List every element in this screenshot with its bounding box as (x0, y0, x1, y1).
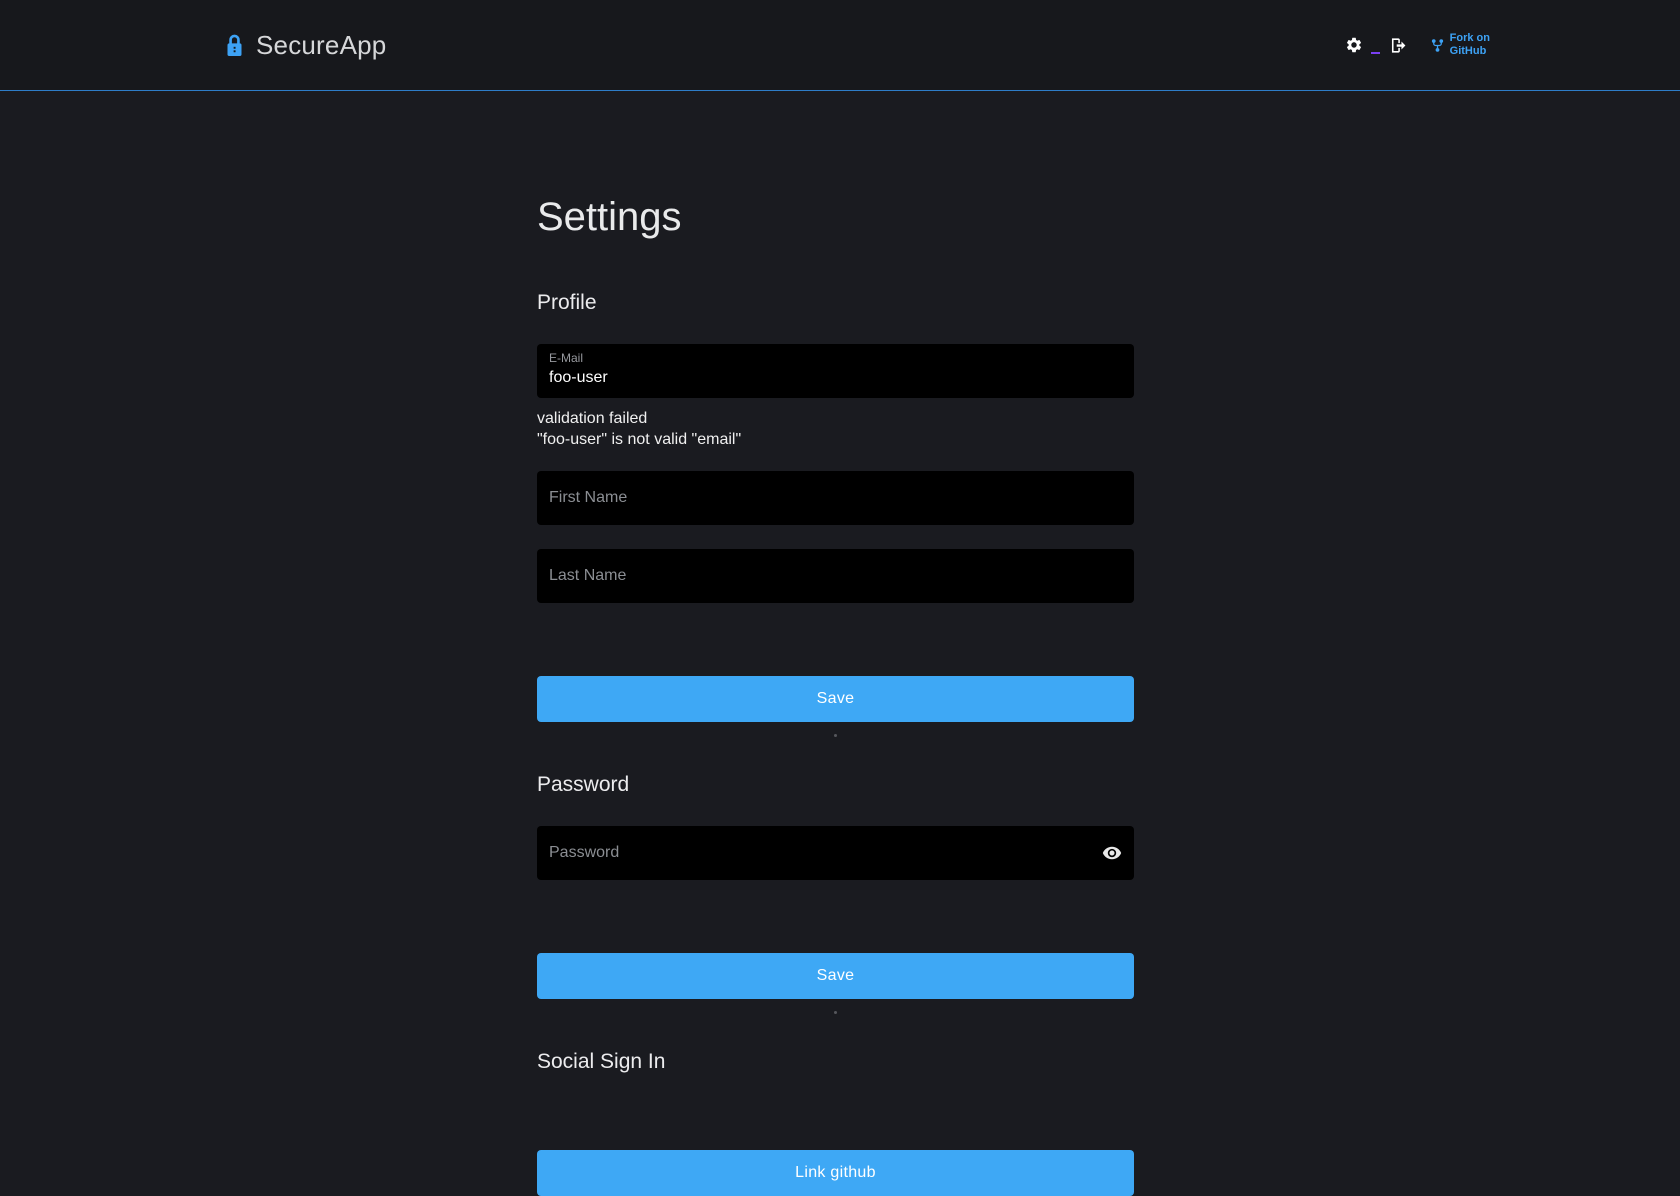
link-github-button[interactable]: Link github (537, 1150, 1134, 1196)
profile-save-button[interactable]: Save (537, 676, 1134, 722)
email-field-label: E-Mail (549, 351, 1122, 365)
password-field (537, 826, 1134, 880)
profile-heading: Profile (537, 290, 1134, 315)
logout-button[interactable] (1386, 34, 1409, 57)
visibility-eye-icon (1102, 843, 1122, 863)
page-title: Settings (537, 194, 1134, 240)
error-line-2: "foo-user" is not valid "email" (537, 429, 1134, 450)
last-name-input[interactable] (549, 567, 1122, 585)
password-save-button[interactable]: Save (537, 953, 1134, 999)
caret-artifact (1371, 52, 1380, 54)
first-name-field (537, 471, 1134, 525)
email-input[interactable] (549, 369, 1122, 387)
toggle-password-visibility-button[interactable] (1102, 843, 1122, 863)
error-line-1: validation failed (537, 408, 1134, 429)
settings-page: Settings Profile E-Mail validation faile… (537, 194, 1134, 1196)
gear-icon (1345, 36, 1363, 54)
password-section: Password Save (537, 772, 1134, 1013)
social-sign-in-section: Social Sign In Link github (537, 1049, 1134, 1196)
email-validation-error: validation failed "foo-user" is not vali… (537, 408, 1134, 450)
password-input[interactable] (549, 844, 1090, 862)
dot-artifact (834, 734, 837, 737)
fork-label: Fork onGitHub (1450, 32, 1490, 58)
settings-button[interactable] (1343, 34, 1365, 56)
social-sign-in-heading: Social Sign In (537, 1049, 1134, 1074)
password-heading: Password (537, 772, 1134, 797)
app-header: SecureApp Fork onGit (0, 0, 1680, 91)
logout-icon (1388, 36, 1407, 55)
profile-section: Profile E-Mail validation failed "foo-us… (537, 290, 1134, 737)
last-name-field (537, 549, 1134, 603)
fork-on-github-link[interactable]: Fork onGitHub (1430, 32, 1490, 58)
email-field[interactable]: E-Mail (537, 344, 1134, 398)
header-actions: Fork onGitHub (1343, 0, 1490, 90)
brand-home-link[interactable]: SecureApp (224, 0, 386, 90)
dot-artifact (834, 1011, 837, 1014)
first-name-input[interactable] (549, 489, 1122, 507)
app-title: SecureApp (256, 30, 386, 61)
fork-icon (1430, 38, 1445, 53)
lock-icon (224, 32, 245, 59)
